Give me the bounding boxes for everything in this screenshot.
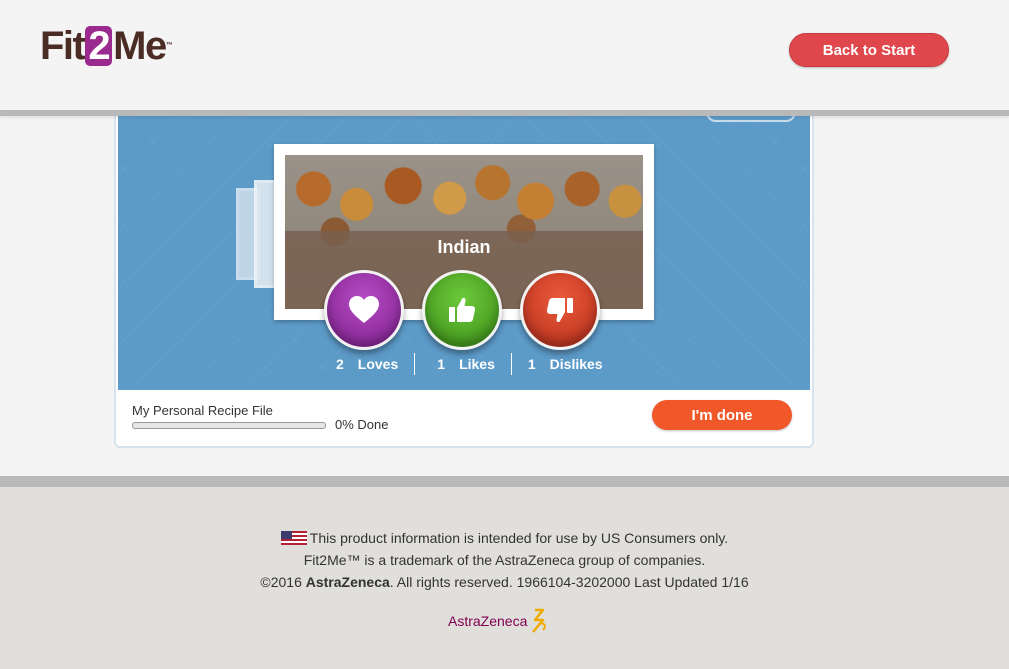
recipe-card-panel: Indian 2 Loves 1 Likes 1 Dislikes My Per…	[114, 104, 814, 448]
copyright-brand: AstraZeneca	[305, 574, 390, 590]
logo-text-two: 2	[85, 26, 113, 66]
site-header: Fit 2 Me™ Back to Start	[0, 0, 1009, 116]
like-button[interactable]	[422, 270, 502, 350]
heart-icon	[349, 296, 379, 323]
count-divider	[510, 353, 512, 375]
count-divider	[414, 353, 416, 375]
dislike-button[interactable]	[520, 270, 600, 350]
fit2me-logo[interactable]: Fit 2 Me™	[40, 24, 173, 68]
back-to-start-button[interactable]: Back to Start	[789, 33, 949, 67]
progress-label: My Personal Recipe File	[132, 403, 273, 418]
category-title: Indian	[437, 237, 491, 257]
voting-stage: Indian 2 Loves 1 Likes 1 Dislikes	[118, 106, 810, 390]
copyright-suffix: . All rights reserved. 1966104-3202000 L…	[389, 574, 749, 590]
likes-count-label: Likes	[459, 356, 495, 372]
us-flag-icon	[280, 531, 307, 545]
astrazeneca-logo-text: AstraZeneca	[448, 613, 528, 629]
love-button[interactable]	[324, 270, 404, 350]
loves-count: 2 Loves	[336, 352, 398, 376]
likes-count: 1 Likes	[437, 352, 495, 376]
copyright-prefix: ©2016	[260, 574, 306, 590]
loves-count-number: 2	[336, 356, 344, 372]
loves-count-label: Loves	[357, 356, 399, 372]
footer-line1-text: This product information is intended for…	[309, 530, 729, 546]
footer-line-copyright: ©2016 AstraZeneca. All rights reserved. …	[0, 571, 1009, 593]
im-done-button[interactable]: I'm done	[652, 400, 792, 430]
logo-text-fit: Fit	[40, 24, 86, 68]
dislikes-count-label: Dislikes	[549, 356, 603, 372]
logo-trademark: ™	[165, 42, 173, 49]
footer-line-trademark: Fit2Me™ is a trademark of the AstraZenec…	[303, 552, 706, 568]
site-footer: This product information is intended for…	[0, 476, 1009, 669]
logo-text-me: Me	[113, 24, 167, 68]
astrazeneca-symbol-icon	[532, 608, 547, 633]
thumbs-down-icon	[546, 298, 573, 323]
footer-disclaimer: This product information is intended for…	[0, 527, 1009, 593]
progress-bar	[132, 422, 326, 429]
footer-line-consumers: This product information is intended for…	[0, 527, 1009, 549]
vote-counts: 2 Loves 1 Likes 1 Dislikes	[318, 352, 628, 376]
likes-count-number: 1	[437, 356, 446, 372]
astrazeneca-logo[interactable]: AstraZeneca	[448, 608, 549, 634]
thumbs-up-icon	[449, 297, 476, 322]
dislikes-count: 1 Dislikes	[528, 352, 603, 376]
progress-percent-text: 0% Done	[335, 417, 389, 432]
dislikes-count-number: 1	[527, 356, 536, 372]
